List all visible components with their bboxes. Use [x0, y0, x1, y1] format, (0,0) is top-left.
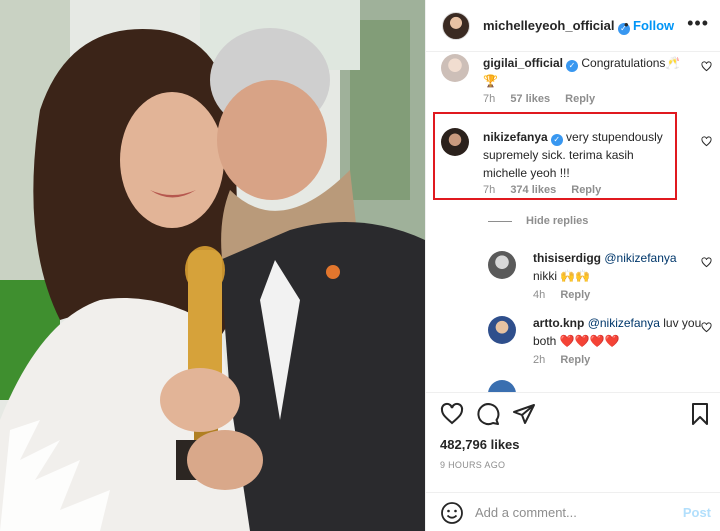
- comment-likes[interactable]: 374 likes: [510, 184, 556, 196]
- comment-text: nikizefanya ✓ very stupendously supremely…: [483, 128, 673, 182]
- author-username[interactable]: michelleyeoh_official: [483, 18, 615, 33]
- post-photo: [0, 0, 425, 531]
- comment-meta: 7h 57 likes Reply: [483, 93, 607, 105]
- reply-button[interactable]: Reply: [571, 184, 601, 196]
- reply-meta: 4h Reply: [533, 289, 602, 301]
- reply-text: artto.knp @nikizefanya luv you both ❤️❤️…: [533, 314, 703, 350]
- post-comment-button[interactable]: Post: [683, 505, 711, 520]
- comment-text: gigilai_official ✓ Congratulations🥂🏆: [483, 54, 693, 90]
- post-timestamp: 9 HOURS AGO: [440, 460, 506, 470]
- reply-button[interactable]: Reply: [560, 289, 590, 301]
- post-header: michelleyeoh_official ✓ • Follow •••: [426, 0, 720, 52]
- like-comment-heart-icon[interactable]: [701, 136, 712, 147]
- post-side-panel: michelleyeoh_official ✓ • Follow ••• gigi…: [425, 0, 720, 531]
- comment-likes[interactable]: 57 likes: [510, 93, 550, 105]
- hide-replies-line: [488, 220, 512, 222]
- verified-badge-icon: ✓: [550, 134, 563, 146]
- reply-time: 2h: [533, 354, 546, 366]
- comment-meta: 7h 374 likes Reply: [483, 184, 613, 196]
- comments-list: gigilai_official ✓ Congratulations🥂🏆 7h 5…: [426, 52, 720, 392]
- hide-replies-label[interactable]: Hide replies: [526, 215, 588, 227]
- save-bookmark-icon[interactable]: [688, 402, 712, 426]
- emoji-smiley-icon[interactable]: [440, 501, 464, 525]
- commenter-username[interactable]: nikizefanya: [483, 130, 548, 144]
- commenter-avatar[interactable]: [488, 316, 516, 344]
- verified-badge-icon: ✓: [566, 60, 579, 72]
- reply-text: thisiserdigg @nikizefanya nikki 🙌🙌: [533, 249, 703, 285]
- commenter-avatar-partial[interactable]: [488, 380, 516, 392]
- reply-time: 4h: [533, 289, 546, 301]
- author-username-row[interactable]: michelleyeoh_official ✓: [483, 18, 630, 35]
- commenter-avatar[interactable]: [488, 251, 516, 279]
- add-comment-row: Post: [426, 492, 720, 531]
- follow-button[interactable]: Follow: [633, 18, 674, 33]
- like-heart-icon[interactable]: [440, 402, 464, 426]
- reply-meta: 2h Reply: [533, 354, 602, 366]
- header-separator: •: [624, 17, 629, 32]
- comment-time: 7h: [483, 184, 496, 196]
- like-comment-heart-icon[interactable]: [701, 257, 712, 268]
- commenter-avatar[interactable]: [441, 128, 469, 156]
- reply-mention[interactable]: @nikizefanya: [588, 316, 660, 330]
- commenter-username[interactable]: thisiserdigg: [533, 251, 601, 265]
- commenter-avatar[interactable]: [441, 54, 469, 82]
- more-options-icon[interactable]: •••: [687, 13, 709, 34]
- reply-mention[interactable]: @nikizefanya: [604, 251, 676, 265]
- reply-button[interactable]: Reply: [565, 93, 595, 105]
- hide-replies-toggle[interactable]: Hide replies: [488, 215, 588, 227]
- commenter-username[interactable]: artto.knp: [533, 316, 584, 330]
- post-actions: 482,796 likes 9 HOURS AGO Post: [426, 392, 720, 531]
- post-image: [0, 0, 425, 531]
- reply-button[interactable]: Reply: [560, 354, 590, 366]
- author-avatar[interactable]: [442, 12, 470, 40]
- like-comment-heart-icon[interactable]: [701, 322, 712, 333]
- post-likes-count[interactable]: 482,796 likes: [440, 437, 520, 452]
- commenter-username[interactable]: gigilai_official: [483, 56, 563, 70]
- share-send-icon[interactable]: [512, 402, 536, 426]
- comment-bubble-icon[interactable]: [476, 402, 500, 426]
- comment-time: 7h: [483, 93, 496, 105]
- add-comment-input[interactable]: [475, 505, 665, 520]
- reply-body: nikki 🙌🙌: [533, 269, 591, 283]
- like-comment-heart-icon[interactable]: [701, 61, 712, 72]
